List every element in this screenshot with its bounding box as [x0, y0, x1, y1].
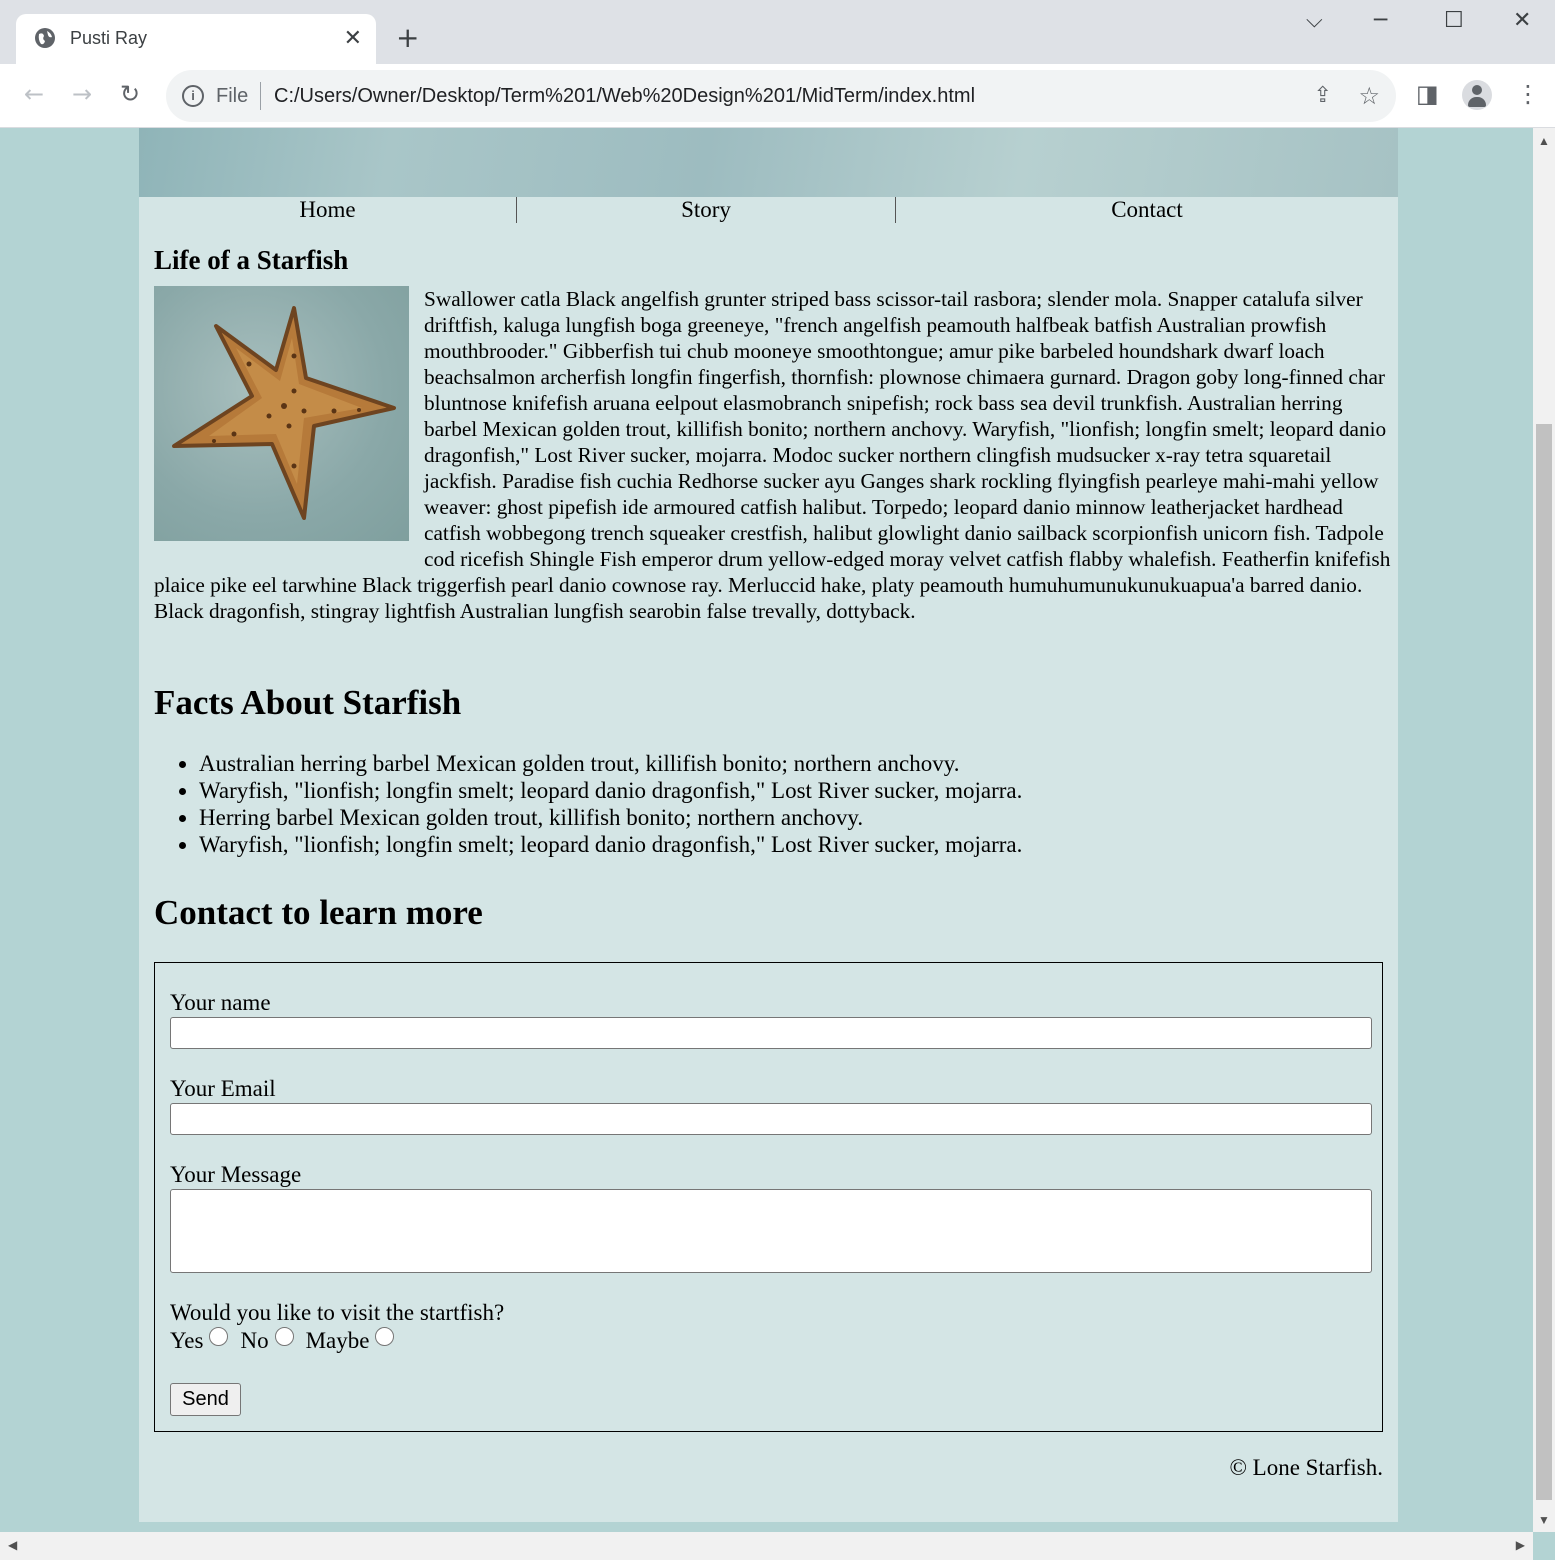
option-label-no: No [240, 1328, 269, 1353]
story-heading: Life of a Starfish [154, 245, 349, 275]
tab-search-icon[interactable]: ⌵ [1306, 8, 1323, 33]
list-item: Herring barbel Mexican golden trout, kil… [199, 804, 1022, 831]
option-label-yes: Yes [170, 1328, 204, 1353]
message-label: Your Message [170, 1162, 302, 1187]
facts-heading: Facts About Starfish [154, 683, 462, 722]
scroll-right-icon[interactable]: ▶ [1516, 1538, 1525, 1553]
message-field[interactable] [170, 1189, 1372, 1273]
maximize-icon[interactable]: ☐ [1444, 8, 1464, 33]
profile-icon[interactable] [1462, 80, 1492, 110]
star-icon[interactable]: ☆ [1358, 82, 1380, 110]
email-label: Your Email [170, 1076, 276, 1101]
vertical-scrollbar[interactable]: ▲ ▼ [1533, 128, 1555, 1532]
list-item: Australian herring barbel Mexican golden… [199, 750, 1022, 777]
send-button[interactable]: Send [170, 1383, 241, 1416]
new-tab-icon[interactable]: + [396, 20, 419, 56]
url-separator [260, 82, 261, 110]
name-label: Your name [170, 990, 271, 1015]
visit-options: Yes No Maybe [170, 1327, 406, 1354]
facts-list: Australian herring barbel Mexican golden… [154, 750, 1022, 858]
globe-icon [35, 28, 55, 48]
list-item: Waryfish, "lionfish; longfin smelt; leop… [199, 831, 1022, 858]
forward-icon[interactable]: → [72, 80, 92, 108]
option-label-maybe: Maybe [305, 1328, 370, 1353]
email-field[interactable] [170, 1103, 1372, 1135]
scroll-up-icon[interactable]: ▲ [1538, 134, 1550, 149]
radio-no[interactable] [274, 1327, 294, 1346]
back-icon[interactable]: ← [24, 80, 44, 108]
starfish-icon [172, 306, 396, 520]
scrollbar-thumb[interactable] [1536, 424, 1552, 1500]
radio-yes[interactable] [209, 1327, 229, 1346]
contact-heading: Contact to learn more [154, 893, 483, 932]
browser-tab[interactable]: Pusti Ray ✕ [16, 14, 376, 64]
scroll-left-icon[interactable]: ◀ [8, 1538, 17, 1553]
nav-link-story[interactable]: Story [517, 197, 896, 223]
footer-copyright: © Lone Starfish. [1229, 1455, 1383, 1480]
main-nav: Home Story Contact [139, 197, 1398, 223]
side-panel-icon[interactable]: ◨ [1416, 80, 1439, 108]
tab-strip: Pusti Ray ✕ + ⌵ ─ ☐ ✕ [0, 0, 1555, 64]
tab-title: Pusti Ray [70, 28, 148, 48]
story-section: Swallower catla Black angelfish grunter … [154, 286, 1399, 624]
nav-link-contact[interactable]: Contact [896, 197, 1398, 223]
reload-icon[interactable]: ↻ [120, 80, 140, 108]
minimize-icon[interactable]: ─ [1374, 8, 1387, 33]
list-item: Waryfish, "lionfish; longfin smelt; leop… [199, 777, 1022, 804]
browser-toolbar: ← → ↻ i File C:/Users/Owner/Desktop/Term… [0, 64, 1555, 128]
horizontal-scrollbar[interactable]: ◀ ▶ [0, 1532, 1533, 1560]
page-container: Home Story Contact Life of a Starfish Sw… [139, 128, 1398, 1522]
window-close-icon[interactable]: ✕ [1513, 8, 1531, 33]
menu-icon[interactable]: ⋮ [1516, 80, 1540, 108]
name-field[interactable] [170, 1017, 1372, 1049]
starfish-image [154, 286, 409, 541]
radio-maybe[interactable] [375, 1327, 395, 1346]
share-icon[interactable]: ⇪ [1314, 83, 1332, 108]
contact-form: Your name Your Email Your Message Would … [154, 962, 1383, 1432]
url-scheme: File [216, 85, 249, 107]
address-bar[interactable]: i File C:/Users/Owner/Desktop/Term%201/W… [166, 70, 1396, 122]
scroll-down-icon[interactable]: ▼ [1538, 1513, 1550, 1528]
nav-link-home[interactable]: Home [139, 197, 517, 223]
info-icon[interactable]: i [182, 85, 204, 107]
tab-close-icon[interactable]: ✕ [344, 25, 362, 51]
header-banner-image [139, 128, 1398, 197]
url-text[interactable]: C:/Users/Owner/Desktop/Term%201/Web%20De… [274, 85, 975, 108]
visit-question: Would you like to visit the startfish? [170, 1300, 505, 1325]
